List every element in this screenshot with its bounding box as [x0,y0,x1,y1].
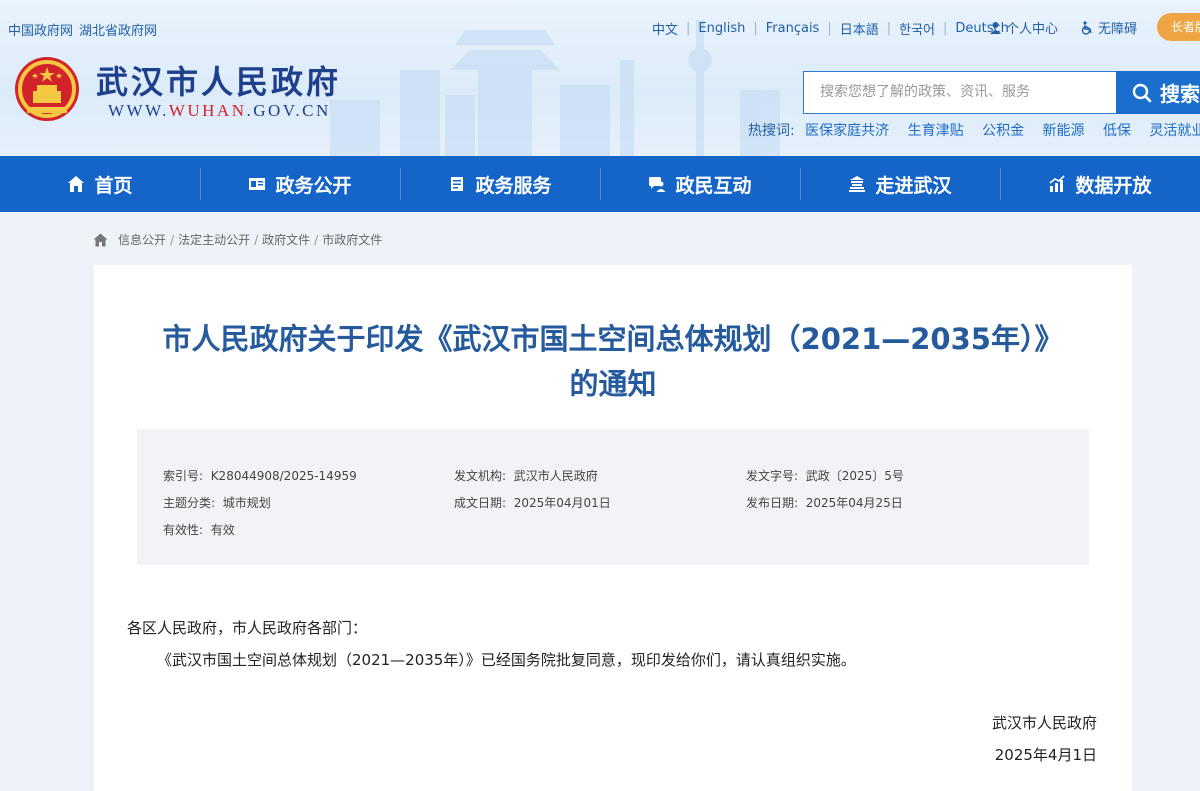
search-input[interactable]: 搜索您想了解的政策、资讯、服务 [803,71,1117,114]
accessibility-link[interactable]: 无障碍 [1080,18,1137,37]
personal-center-link[interactable]: 个人中心 [989,18,1058,37]
search-button[interactable]: 搜索 [1116,71,1200,114]
salutation: 各区人民政府，市人民政府各部门： [127,619,368,637]
meta-made-date: 成文日期: 2025年04月01日 [454,496,611,510]
breadcrumb: 信息公开 / 法定主动公开 / 政府文件 / 市政府文件 [93,231,382,248]
meta-doc-number: 发文字号: 武政〔2025〕5号 [746,469,904,483]
lang-ja[interactable]: 日本語 [840,19,879,38]
elder-mode-button[interactable]: 长者版 [1157,13,1200,41]
document-card: 市人民政府关于印发《武汉市国土空间总体规划（2021—2035年）》的通知 索引… [94,265,1132,791]
nav-public-interaction[interactable]: 政民互动 [600,156,800,212]
breadcrumb-item[interactable]: 市政府文件 [322,231,382,248]
site-header: 中国政府网 湖北省政府网 中文 | English | Français | 日本語 | … [0,0,1200,156]
lang-zh[interactable]: 中文 [652,19,678,38]
hot-search: 热搜词: 医保家庭共济 生育津贴 公积金 新能源 低保 灵活就业登记 [748,120,1200,140]
hot-keyword[interactable]: 低保 [1103,123,1131,139]
hot-keyword[interactable]: 医保家庭共济 [805,123,889,139]
hot-keyword[interactable]: 新能源 [1043,123,1085,139]
hot-keyword[interactable]: 灵活就业登记 [1149,123,1200,139]
link-hubei-gov[interactable]: 湖北省政府网 [79,24,157,39]
meta-issuer: 发文机构: 武汉市人民政府 [454,469,598,483]
nav-gov-services[interactable]: 政务服务 [400,156,600,212]
document-title: 市人民政府关于印发《武汉市国土空间总体规划（2021—2035年）》的通知 [162,322,1064,401]
meta-validity: 有效性: 有效 [163,523,235,537]
link-gov-cn[interactable]: 中国政府网 [8,24,73,39]
hot-search-label: 热搜词: [748,123,795,139]
site-url: WWW.WUHAN.GOV.CN [108,101,331,120]
site-name: 武汉市人民政府 [96,63,342,101]
signature: 武汉市人民政府 [991,714,1097,732]
breadcrumb-item[interactable]: 法定主动公开 [178,231,250,248]
lang-fr[interactable]: Français [766,21,820,36]
nav-about-wuhan[interactable]: 走进武汉 [800,156,1000,212]
hot-keyword[interactable]: 公积金 [982,123,1024,139]
top-links: 中国政府网 湖北省政府网 [8,20,163,39]
document-meta: 索引号: K28044908/2025-14959 发文机构: 武汉市人民政府 … [137,429,1089,565]
lang-en[interactable]: English [698,21,745,36]
id-card-icon [249,178,266,190]
chart-icon [1049,175,1066,192]
user-icon [990,22,1001,34]
hot-keyword[interactable]: 生育津贴 [908,123,964,139]
clipboard-icon [451,177,464,191]
language-switcher: 中文 | English | Français | 日本語 | 한국어 | Deutsch [652,19,1009,38]
home-icon[interactable] [93,233,108,247]
nav-open-data[interactable]: 数据开放 [1000,156,1200,212]
sign-date: 2025年4月1日 [994,746,1097,764]
main-nav: 首页 政务公开 政务服务 政民互动 走进武汉 数据开放 [0,156,1200,212]
home-icon [68,176,85,192]
breadcrumb-item[interactable]: 政府文件 [262,231,310,248]
meta-topic: 主题分类: 城市规划 [163,496,271,510]
nav-home[interactable]: 首页 [0,156,200,212]
meta-index: 索引号: K28044908/2025-14959 [163,469,357,483]
chat-user-icon [649,177,666,192]
meta-publish-date: 发布日期: 2025年04月25日 [746,496,903,510]
national-emblem [15,57,79,121]
search-icon [1132,83,1152,102]
wheelchair-icon [1081,20,1092,35]
building-icon [849,176,866,192]
breadcrumb-item[interactable]: 信息公开 [118,231,166,248]
lang-ko[interactable]: 한국어 [899,19,935,38]
body-paragraph: 《武汉市国土空间总体规划（2021—2035年）》已经国务院批复同意，现印发给你… [157,651,856,669]
nav-gov-affairs-open[interactable]: 政务公开 [200,156,400,212]
